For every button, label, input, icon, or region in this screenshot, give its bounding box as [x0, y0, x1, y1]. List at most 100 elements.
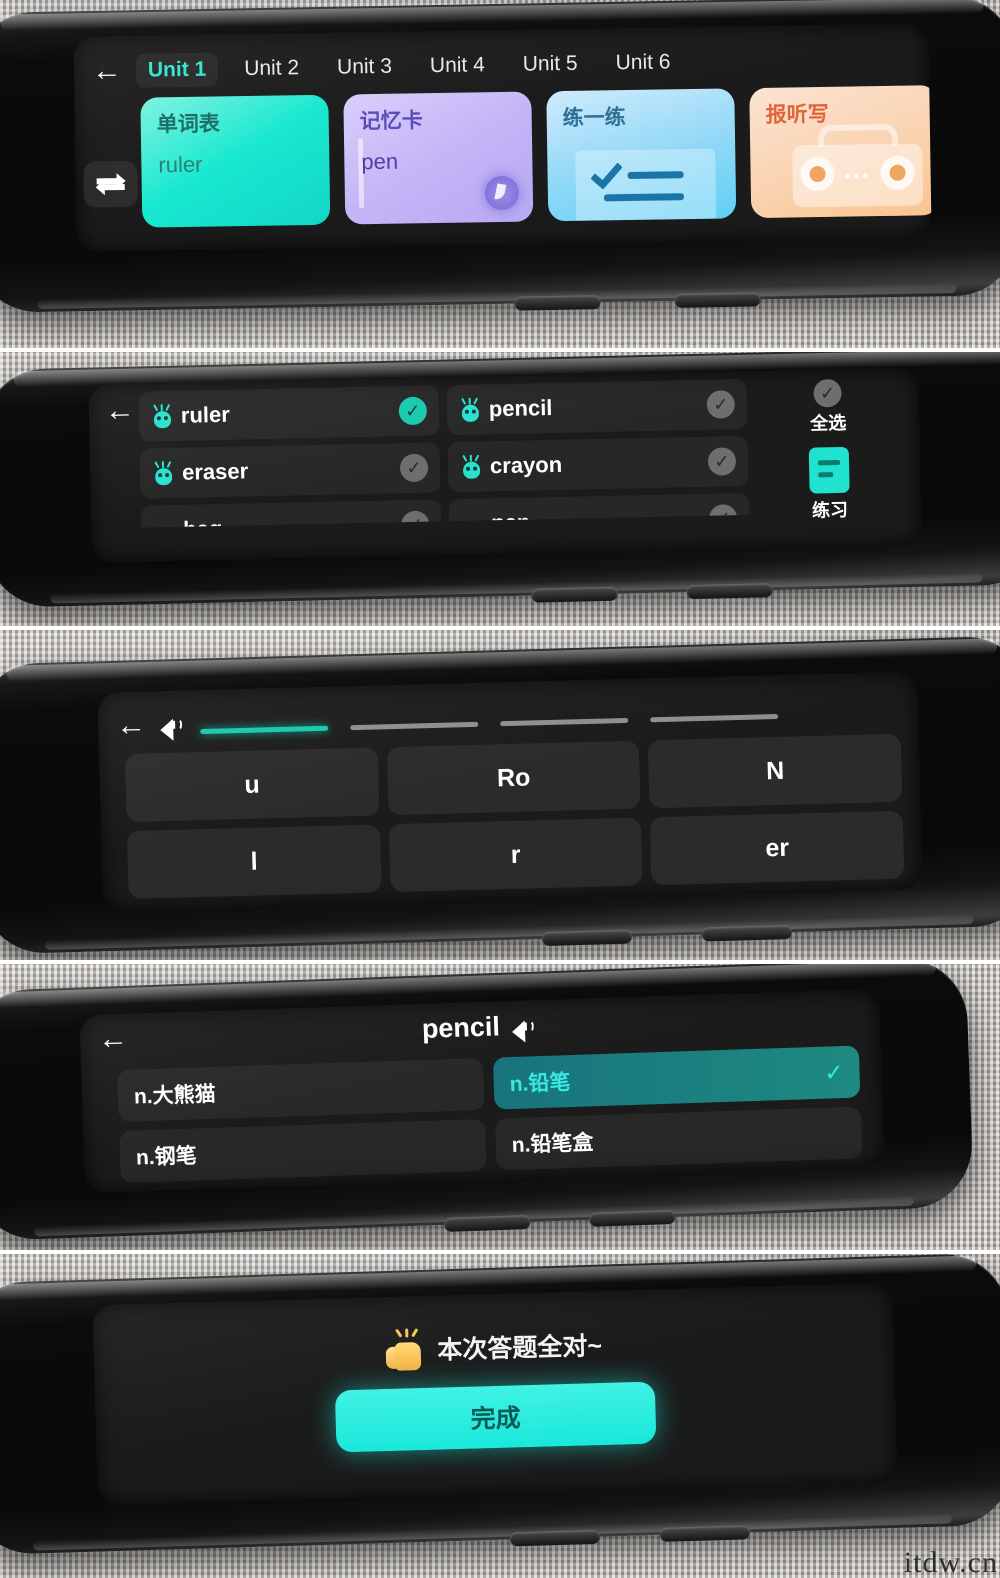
practice-doc-icon[interactable] [808, 446, 850, 494]
tab-unit-1[interactable]: Unit 1 [135, 52, 219, 88]
pen-side-button[interactable] [509, 1529, 601, 1547]
pen-side-button[interactable] [659, 1525, 751, 1542]
word-row: eraser ✓ crayon ✓ [139, 435, 761, 499]
swap-arrows-icon[interactable] [83, 160, 139, 208]
quiz-option-text: n.铅笔盒 [511, 1131, 594, 1158]
tab-unit-5[interactable]: Unit 5 [511, 47, 590, 82]
word-checkbox[interactable]: ✓ [398, 396, 428, 426]
letter-tile-row: u Ro N [124, 733, 903, 823]
answer-blank-3[interactable] [500, 717, 629, 726]
quiz-option-text: n.钢笔 [135, 1144, 198, 1170]
quiz-word: pencil [421, 1011, 501, 1044]
answer-blank-1[interactable] [200, 725, 329, 734]
swap-arrows-glyph [95, 173, 126, 196]
unit-tabbar: ← Unit 1 Unit 2 Unit 3 Unit 4 Unit 5 Uni… [92, 35, 924, 94]
letter-tile-row: l r er [126, 810, 905, 900]
word-item-eraser[interactable]: eraser ✓ [139, 442, 441, 499]
word-label: pen [490, 509, 531, 528]
quiz-option-text: n.大熊猫 [133, 1082, 217, 1109]
word-checkbox[interactable]: ✓ [706, 390, 736, 419]
pen-side-button[interactable] [686, 583, 773, 600]
select-all-checkbox[interactable]: ✓ [813, 378, 842, 408]
panel-word-list: ← ruler ✓ pencil ✓ eraser ✓ crayon ✓ ✓ p… [0, 352, 1000, 626]
letter-tile-r[interactable]: r [388, 817, 643, 893]
letter-tile-ro[interactable]: Ro [386, 740, 641, 816]
word-row-partial: bag ✓ pen ✓ [140, 492, 761, 528]
word-item-bag[interactable]: bag ✓ [140, 499, 442, 528]
sidebar-actions: ✓ 全选 练习 [772, 378, 885, 535]
radio-icon [792, 123, 924, 208]
done-button[interactable]: 完成 [334, 1381, 657, 1453]
checklist-icon [575, 148, 717, 221]
tab-unit-2[interactable]: Unit 2 [232, 51, 311, 86]
card-practice-title: 练一练 [562, 106, 626, 131]
pen-side-button[interactable] [444, 1214, 531, 1232]
bulb-mascot-icon [151, 403, 173, 429]
card-memory-title: 记忆卡 [359, 109, 423, 134]
radio-dots [844, 173, 868, 179]
back-button[interactable]: ← [116, 709, 147, 743]
practice-label: 练习 [811, 499, 849, 521]
pen-screen: ← u Ro N l r er [97, 671, 923, 911]
panel-result: 本次答题全对~ 完成 itdw.cn [0, 1254, 1000, 1578]
panel-unit-home: ← Unit 1 Unit 2 Unit 3 Unit 4 Unit 5 Uni… [0, 0, 1000, 348]
speaker-icon[interactable] [511, 1015, 539, 1043]
word-row: ruler ✓ pencil ✓ [138, 378, 759, 442]
pen-side-button[interactable] [514, 295, 601, 311]
answer-blank-4[interactable] [650, 713, 779, 722]
word-grid: ruler ✓ pencil ✓ eraser ✓ crayon ✓ ✓ pen… [138, 378, 761, 535]
radio-body [792, 143, 924, 208]
result-message-row: 本次答题全对~ [93, 1315, 894, 1379]
word-checkbox[interactable]: ✓ [707, 447, 737, 476]
card-memory-word: pen [361, 148, 399, 175]
radio-speaker-left [800, 156, 835, 192]
pen-screen: ← ruler ✓ pencil ✓ eraser ✓ crayon ✓ ✓ p… [88, 367, 922, 563]
word-checkbox[interactable]: ✓ [708, 504, 738, 528]
letter-tile-l[interactable]: l [126, 824, 382, 900]
word-checkbox[interactable]: ✓ [399, 453, 429, 483]
quiz-option-pencilcase[interactable]: n.铅笔盒 [494, 1106, 863, 1171]
answer-blanks [200, 713, 779, 734]
watermark: itdw.cn [903, 1546, 998, 1578]
letter-tile-u[interactable]: u [124, 747, 380, 823]
pen-side-button[interactable] [531, 586, 618, 603]
word-label: pencil [488, 394, 553, 422]
back-button[interactable]: ← [92, 54, 123, 87]
card-wordlist-word: ruler [158, 151, 203, 178]
letter-tile-n[interactable]: N [648, 733, 903, 809]
card-wordlist[interactable]: 单词表 ruler [140, 94, 331, 228]
answer-blank-2[interactable] [350, 721, 479, 730]
radio-speaker-right [880, 155, 915, 191]
bulb-mascot-icon [459, 397, 481, 422]
card-practice[interactable]: 练一练 [546, 88, 737, 222]
tab-unit-3[interactable]: Unit 3 [325, 50, 404, 85]
card-dictation[interactable]: 报听写 [749, 85, 932, 219]
pen-side-button[interactable] [674, 292, 761, 308]
word-item-crayon[interactable]: crayon ✓ [447, 435, 749, 493]
pen-side-button[interactable] [541, 929, 633, 947]
back-button[interactable]: ← [104, 394, 135, 428]
panel-quiz: ← pencil n.大熊猫 n.铅笔 ✓ n.钢笔 n.铅笔盒 [0, 964, 1000, 1250]
pen-side-button[interactable] [589, 1209, 676, 1227]
word-checkbox[interactable]: ✓ [400, 510, 430, 528]
select-all-label: 全选 [809, 412, 847, 434]
card-memory[interactable]: 记忆卡 pen [343, 91, 534, 225]
mode-card-list: 单词表 ruler 记忆卡 pen 练一练 报听写 [140, 85, 932, 228]
word-label: bag [183, 516, 223, 528]
quiz-option-panda[interactable]: n.大熊猫 [117, 1057, 485, 1123]
word-item-ruler[interactable]: ruler ✓ [138, 385, 440, 442]
thumbs-up-icon [385, 1328, 426, 1371]
tab-unit-4[interactable]: Unit 4 [418, 48, 497, 83]
quiz-option-pencil[interactable]: n.铅笔 ✓ [492, 1045, 861, 1110]
speaker-icon[interactable] [159, 713, 187, 742]
quiz-option-pen[interactable]: n.钢笔 [119, 1118, 487, 1184]
bulb-mascot-icon [460, 454, 482, 479]
pen-side-button[interactable] [701, 925, 793, 942]
selected-check-icon: ✓ [823, 1058, 844, 1086]
letter-tile-er[interactable]: er [650, 810, 905, 886]
word-item-pencil[interactable]: pencil ✓ [446, 378, 748, 436]
pen-screen: ← Unit 1 Unit 2 Unit 3 Unit 4 Unit 5 Uni… [73, 23, 932, 252]
pen-screen: 本次答题全对~ 完成 [92, 1282, 898, 1506]
word-item-pen[interactable]: pen ✓ [448, 492, 750, 528]
tab-unit-6[interactable]: Unit 6 [603, 45, 682, 80]
